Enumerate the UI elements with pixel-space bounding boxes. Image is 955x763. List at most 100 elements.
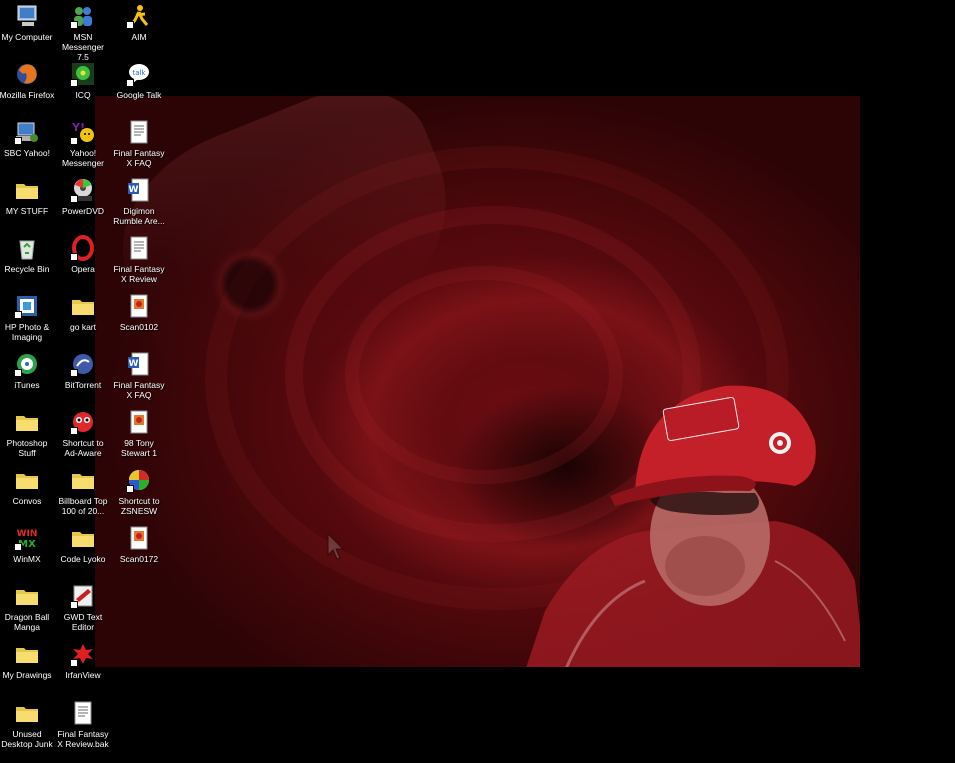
- desktop-icon-scan0172[interactable]: Scan0172: [111, 525, 167, 564]
- bittorrent-icon: [70, 351, 96, 377]
- desktop-icon-label: Scan0172: [119, 554, 159, 564]
- msn-messenger-icon: [70, 3, 96, 29]
- desktop-icon-aim[interactable]: AIM: [111, 3, 167, 42]
- desktop-icon-label: Final Fantasy X Review.bak: [57, 729, 109, 749]
- wallpaper-image: [95, 96, 860, 667]
- opera-icon: [70, 235, 96, 261]
- text-document-icon: [70, 700, 96, 726]
- desktop-icon-irfanview[interactable]: IrfanView: [55, 641, 111, 680]
- desktop-icon-final-fantasy-x-review-bak[interactable]: Final Fantasy X Review.bak: [55, 700, 111, 749]
- desktop-icon-label: Billboard Top 100 of 20...: [58, 496, 108, 516]
- desktop-icon-final-fantasy-x-faq[interactable]: Final Fantasy X FAQ: [111, 119, 167, 168]
- desktop-icon-bittorrent[interactable]: BitTorrent: [55, 351, 111, 390]
- desktop-icon-photoshop-stuff[interactable]: Photoshop Stuff: [0, 409, 55, 458]
- desktop-icon-label: Final Fantasy X FAQ: [113, 380, 165, 400]
- desktop-icon-winmx[interactable]: WIN MX WinMX: [0, 525, 55, 564]
- desktop-icon-label: Dragon Ball Manga: [4, 612, 50, 632]
- recycle-bin-icon: [14, 235, 40, 261]
- folder-icon: [14, 641, 40, 667]
- winmx-icon: WIN MX: [14, 525, 40, 551]
- desktop-icon-label: Photoshop Stuff: [6, 438, 48, 458]
- powerdvd-icon: [70, 177, 96, 203]
- gwd-text-editor-icon: [70, 583, 96, 609]
- desktop-icon-label: PowerDVD: [61, 206, 105, 216]
- folder-icon: [70, 467, 96, 493]
- folder-icon: [14, 583, 40, 609]
- desktop-icon-code-lyoko[interactable]: Code Lyoko: [55, 525, 111, 564]
- my-computer-icon: [14, 3, 40, 29]
- ad-aware-icon: [70, 409, 96, 435]
- zsnes-icon: [126, 467, 152, 493]
- svg-text:talk: talk: [132, 69, 146, 77]
- desktop-icon-go-kart[interactable]: go kart: [55, 293, 111, 332]
- text-document-icon: [126, 119, 152, 145]
- desktop-icon-convos[interactable]: Convos: [0, 467, 55, 506]
- desktop-icon-shortcut-to-zsnesw[interactable]: Shortcut to ZSNESW: [111, 467, 167, 516]
- desktop-icon-msn-messenger-7-5[interactable]: MSN Messenger 7.5: [55, 3, 111, 62]
- yahoo-messenger-icon: Y!: [70, 119, 96, 145]
- desktop-icon-label: SBC Yahoo!: [4, 148, 50, 158]
- svg-text:MX: MX: [18, 539, 36, 550]
- desktop-icon-scan0102[interactable]: Scan0102: [111, 293, 167, 332]
- desktop-icon-my-computer[interactable]: My Computer: [0, 3, 55, 42]
- desktop-icon-unused-desktop-junk[interactable]: Unused Desktop Junk: [0, 700, 55, 749]
- desktop-icon-google-talk[interactable]: talk Google Talk: [111, 61, 167, 100]
- desktop-icon-shortcut-to-ad-aware[interactable]: Shortcut to Ad-Aware: [55, 409, 111, 458]
- desktop-icon-my-drawings[interactable]: My Drawings: [0, 641, 55, 680]
- desktop-icon-label: Shortcut to ZSNESW: [118, 496, 160, 516]
- desktop-icon-label: Opera: [71, 264, 95, 274]
- desktop-icon-final-fantasy-x-review[interactable]: Final Fantasy X Review: [111, 235, 167, 284]
- desktop-icon-label: go kart: [70, 322, 96, 332]
- desktop-icon-label: My Computer: [1, 32, 53, 42]
- desktop-icon-itunes[interactable]: iTunes: [0, 351, 55, 390]
- desktop-icon-label: Scan0102: [119, 322, 159, 332]
- desktop-icon-label: Final Fantasy X FAQ: [113, 148, 165, 168]
- desktop-icon-my-stuff[interactable]: MY STUFF: [0, 177, 55, 216]
- desktop-icon-label: Unused Desktop Junk: [1, 729, 53, 749]
- desktop-icon-icq[interactable]: ICQ: [55, 61, 111, 100]
- desktop-icon-final-fantasy-x-faq[interactable]: W Final Fantasy X FAQ: [111, 351, 167, 400]
- desktop[interactable]: My Computer MSN Messenger 7.5 AIM Mozilla F…: [0, 0, 955, 763]
- svg-text:W: W: [129, 185, 139, 195]
- desktop-icon-digimon-rumble-are[interactable]: W Digimon Rumble Are...: [111, 177, 167, 226]
- desktop-icon-98-tony-stewart-1[interactable]: 98 Tony Stewart 1: [111, 409, 167, 458]
- desktop-icon-label: AIM: [131, 32, 147, 42]
- desktop-icon-label: IrfanView: [65, 670, 101, 680]
- folder-icon: [70, 293, 96, 319]
- itunes-icon: [14, 351, 40, 377]
- desktop-icon-label: MSN Messenger 7.5: [61, 32, 105, 62]
- mouse-cursor-icon: [327, 533, 345, 560]
- firefox-icon: [14, 61, 40, 87]
- desktop-icon-sbc-yahoo[interactable]: SBC Yahoo!: [0, 119, 55, 158]
- svg-text:W: W: [129, 359, 139, 369]
- google-talk-icon: talk: [126, 61, 152, 87]
- desktop-icon-powerdvd[interactable]: PowerDVD: [55, 177, 111, 216]
- desktop-icon-label: Code Lyoko: [60, 554, 106, 564]
- desktop-icon-label: Google Talk: [116, 90, 162, 100]
- desktop-icon-dragon-ball-manga[interactable]: Dragon Ball Manga: [0, 583, 55, 632]
- desktop-icon-label: Mozilla Firefox: [0, 90, 55, 100]
- image-file-icon: [126, 409, 152, 435]
- hp-photo-icon: [14, 293, 40, 319]
- desktop-icon-yahoo-messenger[interactable]: Y! Yahoo! Messenger: [55, 119, 111, 168]
- desktop-icon-label: Digimon Rumble Are...: [113, 206, 165, 226]
- desktop-icon-label: iTunes: [14, 380, 40, 390]
- desktop-icon-label: Recycle Bin: [4, 264, 50, 274]
- desktop-icon-label: ICQ: [75, 90, 91, 100]
- desktop-icon-gwd-text-editor[interactable]: GWD Text Editor: [55, 583, 111, 632]
- word-document-icon: W: [126, 177, 152, 203]
- desktop-icon-hp-photo-imaging[interactable]: HP Photo & Imaging: [0, 293, 55, 342]
- image-file-icon: [126, 293, 152, 319]
- word-document-icon: W: [126, 351, 152, 377]
- desktop-icon-label: GWD Text Editor: [63, 612, 103, 632]
- desktop-icon-billboard-top-100-of-20[interactable]: Billboard Top 100 of 20...: [55, 467, 111, 516]
- desktop-icon-recycle-bin[interactable]: Recycle Bin: [0, 235, 55, 274]
- folder-icon: [14, 467, 40, 493]
- folder-icon: [14, 409, 40, 435]
- desktop-icon-label: BitTorrent: [64, 380, 102, 390]
- text-document-icon: [126, 235, 152, 261]
- desktop-icon-label: Final Fantasy X Review: [113, 264, 165, 284]
- desktop-icon-mozilla-firefox[interactable]: Mozilla Firefox: [0, 61, 55, 100]
- desktop-icon-label: Convos: [12, 496, 42, 506]
- desktop-icon-opera[interactable]: Opera: [55, 235, 111, 274]
